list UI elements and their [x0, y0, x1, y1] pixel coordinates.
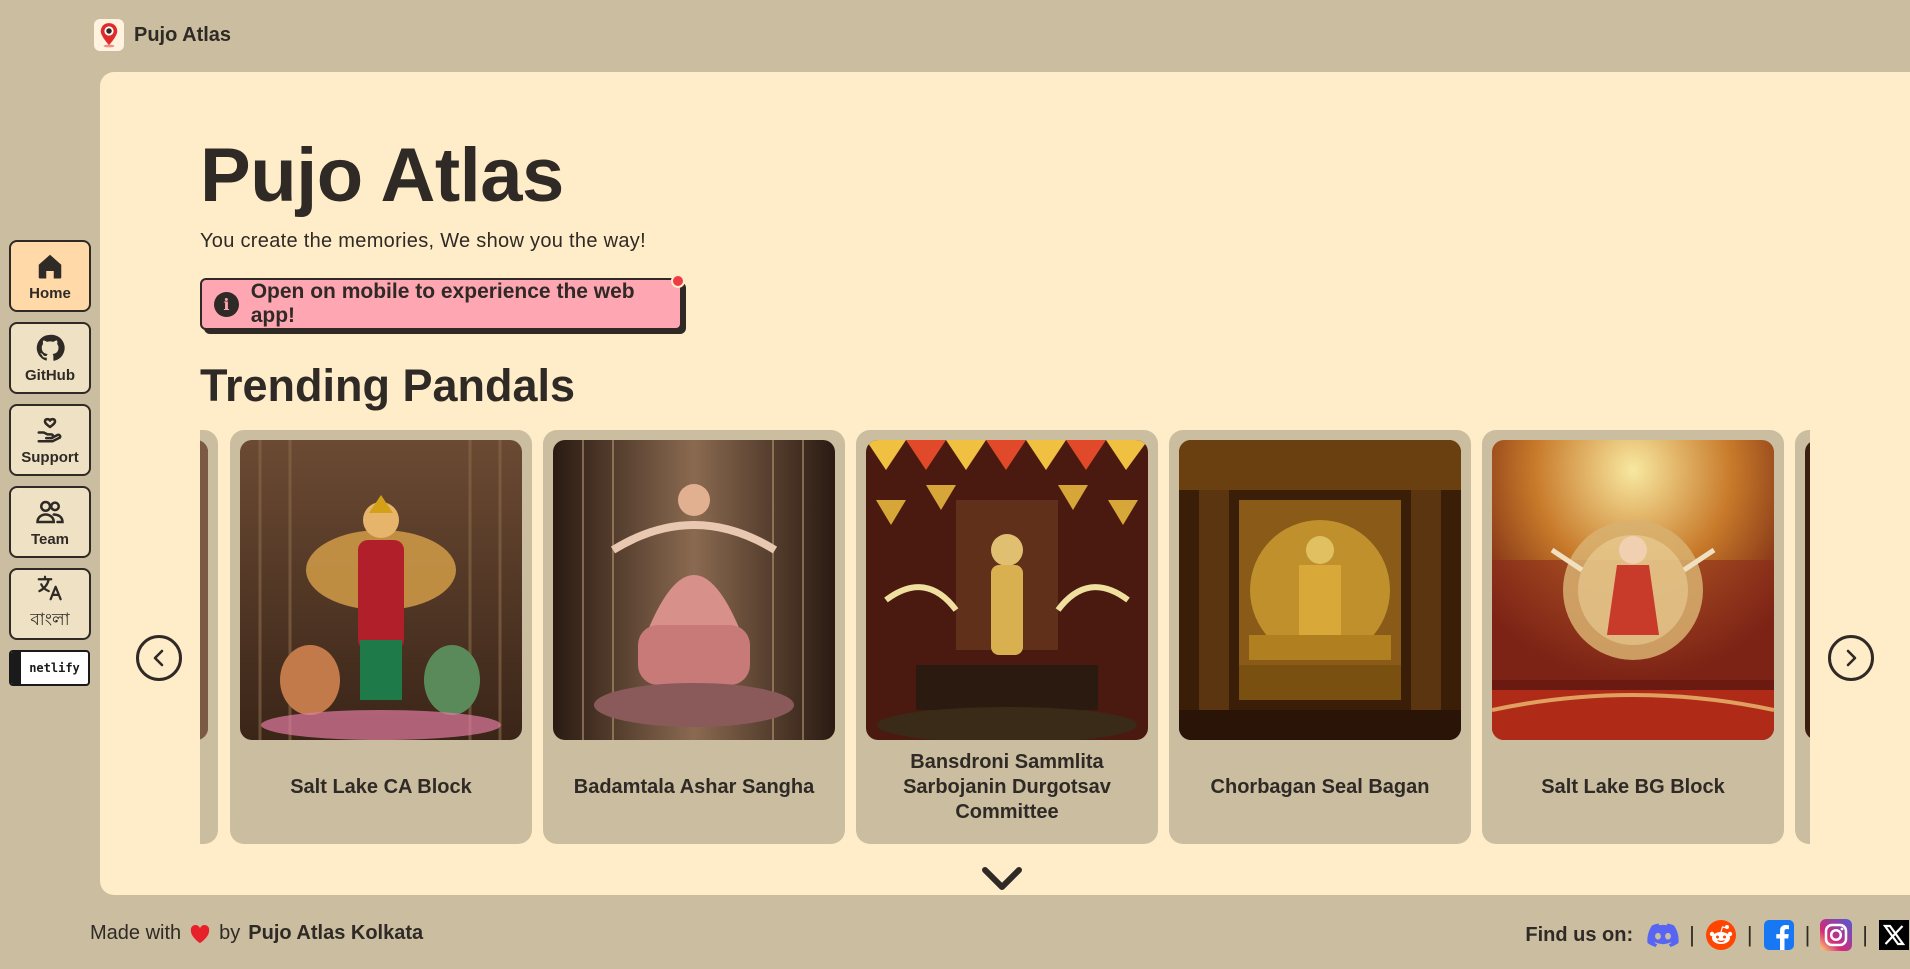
carousel-prev-button[interactable]: [136, 635, 182, 681]
separator: |: [1689, 922, 1695, 947]
trending-title: Trending Pandals: [200, 360, 576, 411]
facebook-icon[interactable]: [1763, 919, 1795, 951]
team-icon: [36, 500, 64, 523]
hero-subtitle: You create the memories, We show you the…: [200, 230, 646, 252]
logo-pin-icon[interactable]: [94, 19, 124, 51]
made-with-text: Made with: [90, 922, 182, 944]
x-icon[interactable]: [1878, 919, 1910, 951]
separator: |: [1746, 922, 1753, 947]
nav-team[interactable]: Team: [9, 486, 91, 558]
separator: |: [1804, 922, 1811, 947]
chevron-left-icon: [153, 649, 164, 667]
app-title[interactable]: Pujo Atlas: [134, 24, 231, 47]
nav-github[interactable]: GitHub: [9, 322, 91, 394]
pandal-card[interactable]: Salt Lake CA Block: [230, 430, 532, 844]
page-title: Pujo Atlas: [200, 133, 564, 218]
pandal-name: Chorbagan Seal Bagan: [1210, 775, 1430, 798]
heart-icon: [190, 924, 210, 943]
github-icon: [36, 334, 65, 361]
nav-home[interactable]: Home: [9, 240, 91, 312]
org-link[interactable]: Pujo Atlas Kolkata: [248, 922, 423, 945]
carousel-next-button[interactable]: [1828, 635, 1874, 681]
pandal-name: Salt Lake BG Block: [1541, 775, 1725, 798]
nav-support[interactable]: Support: [9, 404, 91, 476]
pandal-card-partial-left[interactable]: [200, 430, 218, 844]
mobile-alert[interactable]: i Open on mobile to experience the web a…: [200, 274, 685, 330]
nav-home-label: Home: [29, 284, 71, 302]
support-icon: [37, 417, 62, 442]
netlify-side-strip: [11, 652, 21, 684]
nav-language[interactable]: বাংলা: [9, 568, 91, 640]
pandal-photo: [553, 440, 835, 740]
pandal-name: Bansdroni Sammlita Sarbojanin Durgotsav …: [903, 750, 1111, 823]
trending-carousel[interactable]: Salt Lake CA Block Badamtala Ashar Sangh…: [200, 430, 1810, 846]
pandal-photo: [1179, 440, 1461, 740]
chevron-right-icon: [1846, 649, 1857, 667]
top-bar: Pujo Atlas: [94, 18, 231, 52]
pandal-name: Badamtala Ashar Sangha: [573, 775, 815, 798]
nav-team-label: Team: [30, 530, 70, 548]
main-panel: Pujo Atlas You create the memories, We s…: [100, 72, 1910, 895]
instagram-icon[interactable]: [1820, 919, 1853, 951]
pandal-photo: [240, 440, 522, 740]
netlify-badge-text: netlify: [29, 661, 80, 675]
netlify-badge[interactable]: netlify: [9, 650, 90, 686]
footer-credit: Made with by Pujo Atlas Kolkata: [90, 922, 423, 945]
pandal-card[interactable]: Bansdroni Sammlita Sarbojanin Durgotsav …: [856, 430, 1158, 844]
social-links: Find us on: | | | |: [1525, 919, 1910, 951]
pandal-card-partial-right[interactable]: [1795, 430, 1810, 844]
translate-icon: [37, 575, 62, 601]
info-icon: i: [214, 291, 239, 317]
discord-icon[interactable]: [1647, 919, 1679, 951]
reddit-icon[interactable]: [1705, 919, 1737, 951]
side-nav: Home GitHub Support Team বাংলা netlify: [9, 240, 92, 686]
mobile-alert-text: Open on mobile to experience the web app…: [250, 280, 635, 327]
by-text: by: [219, 922, 241, 944]
pandal-name: Salt Lake CA Block: [290, 775, 472, 798]
pandal-card[interactable]: Salt Lake BG Block: [1482, 430, 1784, 844]
nav-github-label: GitHub: [25, 366, 75, 384]
chevron-down-icon[interactable]: [980, 865, 1024, 895]
pandal-photo: [200, 440, 208, 740]
separator: |: [1862, 922, 1868, 947]
nav-support-label: Support: [21, 448, 79, 466]
notification-dot: [671, 274, 685, 288]
pandal-photo: [1805, 440, 1810, 740]
pandal-card[interactable]: Chorbagan Seal Bagan: [1169, 430, 1471, 844]
pandal-photo: [866, 440, 1148, 740]
pandal-card[interactable]: Badamtala Ashar Sangha: [543, 430, 845, 844]
nav-language-label: বাংলা: [30, 610, 70, 630]
home-icon: [38, 254, 62, 278]
pandal-photo: [1492, 440, 1774, 740]
find-us-label: Find us on:: [1525, 923, 1634, 946]
